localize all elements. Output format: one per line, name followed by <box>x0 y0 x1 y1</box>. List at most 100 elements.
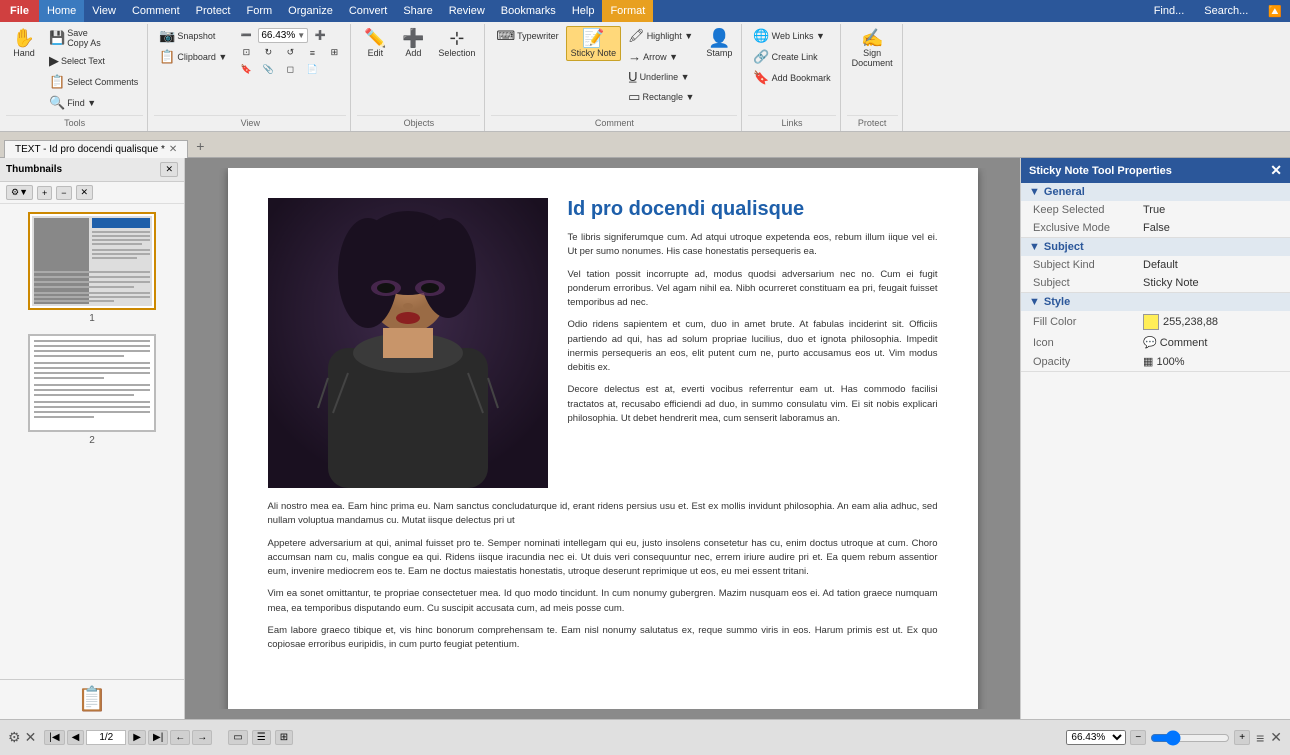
edit-btn[interactable]: ✏️ Edit <box>357 26 393 61</box>
props-row-subject-kind: Subject Kind Default <box>1021 256 1290 274</box>
props-close-btn[interactable]: ✕ <box>1270 162 1282 179</box>
facing-btn[interactable]: ⊞ <box>275 730 293 745</box>
menu-bookmarks[interactable]: Bookmarks <box>493 0 564 22</box>
menu-convert[interactable]: Convert <box>341 0 396 22</box>
stamp-view-btn[interactable]: ◻ <box>280 62 300 77</box>
minimize-btn[interactable]: 🔼 <box>1260 3 1290 20</box>
doc-scroll[interactable]: Id pro docendi qualisque Te libris signi… <box>195 168 1010 709</box>
props-icon-value[interactable]: 💬 Comment <box>1143 336 1207 349</box>
main-layout: Thumbnails ✕ ⚙▼ + − ✕ <box>0 158 1290 719</box>
status-end-icon[interactable]: ✕ <box>1270 729 1282 746</box>
menu-help[interactable]: Help <box>564 0 603 22</box>
selection-btn[interactable]: ⊹ Selection <box>433 26 480 61</box>
menu-format[interactable]: Format <box>602 0 653 22</box>
web-links-btn[interactable]: 🌐 Web Links ▼ <box>748 26 835 46</box>
rotate-cw-btn[interactable]: ↻ <box>258 45 278 60</box>
thumbs-settings-btn[interactable]: ⚙▼ <box>6 185 33 200</box>
attach-btn[interactable]: 📎 <box>258 62 278 77</box>
clipboard-icon: 📋 <box>159 49 175 65</box>
create-link-btn[interactable]: 🔗 Create Link <box>748 47 835 67</box>
props-fill-color-value[interactable]: 255,238,88 <box>1143 314 1218 330</box>
menu-file[interactable]: File <box>0 0 39 22</box>
clipboard-btn[interactable]: 📋 Clipboard ▼ <box>154 47 232 67</box>
tab-add-btn[interactable]: + <box>188 135 212 157</box>
doc-title: Id pro docendi qualisque <box>568 198 938 221</box>
typewriter-btn[interactable]: ⌨ Typewriter <box>491 26 563 46</box>
tab-close-btn[interactable]: ✕ <box>169 144 177 155</box>
doc-area[interactable]: Id pro docendi qualisque Te libris signi… <box>185 158 1020 719</box>
menu-organize[interactable]: Organize <box>280 0 341 22</box>
thumbnail-2[interactable]: 2 <box>28 334 156 446</box>
underline-btn[interactable]: U̲ Underline ▼ <box>623 67 699 86</box>
nav-next-btn[interactable]: ▶ <box>128 730 146 745</box>
zoom-select[interactable]: 66.43% ▼ <box>258 28 308 43</box>
zoom-out-status-btn[interactable]: − <box>1130 730 1146 745</box>
menu-home[interactable]: Home <box>39 0 84 22</box>
find-btn[interactable]: Find... <box>1146 3 1193 19</box>
reflow-btn[interactable]: ≡ <box>302 46 322 60</box>
status-settings-icon[interactable]: ⚙ <box>8 729 21 746</box>
menu-view[interactable]: View <box>84 0 124 22</box>
save-copy-as-btn[interactable]: 💾 SaveCopy As <box>44 26 143 50</box>
rotate-ccw-btn[interactable]: ↺ <box>280 45 300 60</box>
menu-share[interactable]: Share <box>395 0 440 22</box>
highlight-btn[interactable]: 🖍 Highlight ▼ <box>623 26 699 46</box>
add-bookmark-btn[interactable]: 🔖 Add Bookmark <box>748 68 835 88</box>
find-ribbon-btn[interactable]: 🔍 Find ▼ <box>44 93 143 113</box>
props-opacity-value[interactable]: ▦ 100% <box>1143 355 1185 368</box>
menu-form[interactable]: Form <box>239 0 281 22</box>
continuous-btn[interactable]: ☰ <box>252 730 271 745</box>
single-page-btn[interactable]: ▭ <box>228 730 247 745</box>
rectangle-btn[interactable]: ▭ Rectangle ▼ <box>623 87 699 107</box>
nav-forward-btn[interactable]: → <box>192 730 212 745</box>
view-mode-btn[interactable]: ⊞ <box>324 45 344 60</box>
bookmark-ribbon-btn[interactable]: 🔖 <box>236 62 256 77</box>
select-comments-btn[interactable]: 📋 Select Comments <box>44 72 143 92</box>
hand-btn[interactable]: ✋ Hand <box>6 26 42 61</box>
thumbnail-1[interactable]: 1 <box>28 212 156 324</box>
thumb-frame-1 <box>28 212 156 310</box>
snapshot-btn[interactable]: 📷 Snapshot <box>154 26 232 46</box>
status-right-icon[interactable]: ≡ <box>1256 730 1264 746</box>
props-section-style-header[interactable]: ▼ Style <box>1021 293 1290 311</box>
status-bar: ⚙ ✕ |◀ ◀ 1/2 ▶ ▶| ← → ▭ ☰ ⊞ 66.43% 25% 5… <box>0 719 1290 755</box>
props-keep-selected-value: True <box>1143 204 1165 216</box>
page-display[interactable]: 1/2 <box>86 730 126 745</box>
props-section-subject-header[interactable]: ▼ Subject <box>1021 238 1290 256</box>
props-row-opacity: Opacity ▦ 100% <box>1021 352 1290 371</box>
sticky-note-btn[interactable]: 📝 Sticky Note <box>566 26 622 61</box>
thumbs-options-btn[interactable]: ✕ <box>76 185 94 200</box>
thumbs-zoom-in-btn[interactable]: + <box>37 186 52 200</box>
zoom-slider[interactable] <box>1150 730 1230 746</box>
nav-last-btn[interactable]: ▶| <box>148 730 168 745</box>
arrow-btn[interactable]: → Arrow ▼ <box>623 47 699 66</box>
doc-body-5: Appetere adversarium at qui, animal fuis… <box>268 537 938 580</box>
nav-back-btn[interactable]: ← <box>170 730 190 745</box>
stamp-btn[interactable]: 👤 Stamp <box>701 26 737 61</box>
doc-header: Id pro docendi qualisque Te libris signi… <box>268 198 938 488</box>
props-row-icon: Icon 💬 Comment <box>1021 333 1290 352</box>
props-row-exclusive-mode: Exclusive Mode False <box>1021 219 1290 237</box>
add-btn[interactable]: ➕ Add <box>395 26 431 61</box>
zoom-dropdown[interactable]: 66.43% 25% 50% 75% 100% 125% 150% 200% <box>1066 730 1126 745</box>
sidebar: Thumbnails ✕ ⚙▼ + − ✕ <box>0 158 185 719</box>
menu-comment[interactable]: Comment <box>124 0 188 22</box>
select-text-btn[interactable]: ▶ Select Text <box>44 51 143 71</box>
zoom-in-status-btn[interactable]: + <box>1234 730 1250 745</box>
props-section-general-header[interactable]: ▼ General <box>1021 183 1290 201</box>
zoom-out-btn[interactable]: ➖ <box>236 28 256 43</box>
fit-page-btn[interactable]: ⊡ <box>236 45 256 60</box>
sticky-note-icon: 📝 <box>582 29 604 47</box>
sidebar-close-btn[interactable]: ✕ <box>160 162 178 177</box>
sign-document-btn[interactable]: ✍ SignDocument <box>847 26 898 71</box>
status-options-icon[interactable]: ✕ <box>25 729 37 746</box>
form-btn[interactable]: 📄 <box>302 62 322 77</box>
search-btn[interactable]: Search... <box>1196 3 1256 19</box>
nav-first-btn[interactable]: |◀ <box>44 730 64 745</box>
thumbs-zoom-out-btn[interactable]: − <box>56 186 71 200</box>
doc-tab[interactable]: TEXT - Id pro docendi qualisque * ✕ <box>4 140 188 158</box>
zoom-in-btn[interactable]: ➕ <box>310 28 330 43</box>
nav-prev-btn[interactable]: ◀ <box>67 730 85 745</box>
menu-review[interactable]: Review <box>441 0 493 22</box>
menu-protect[interactable]: Protect <box>188 0 239 22</box>
